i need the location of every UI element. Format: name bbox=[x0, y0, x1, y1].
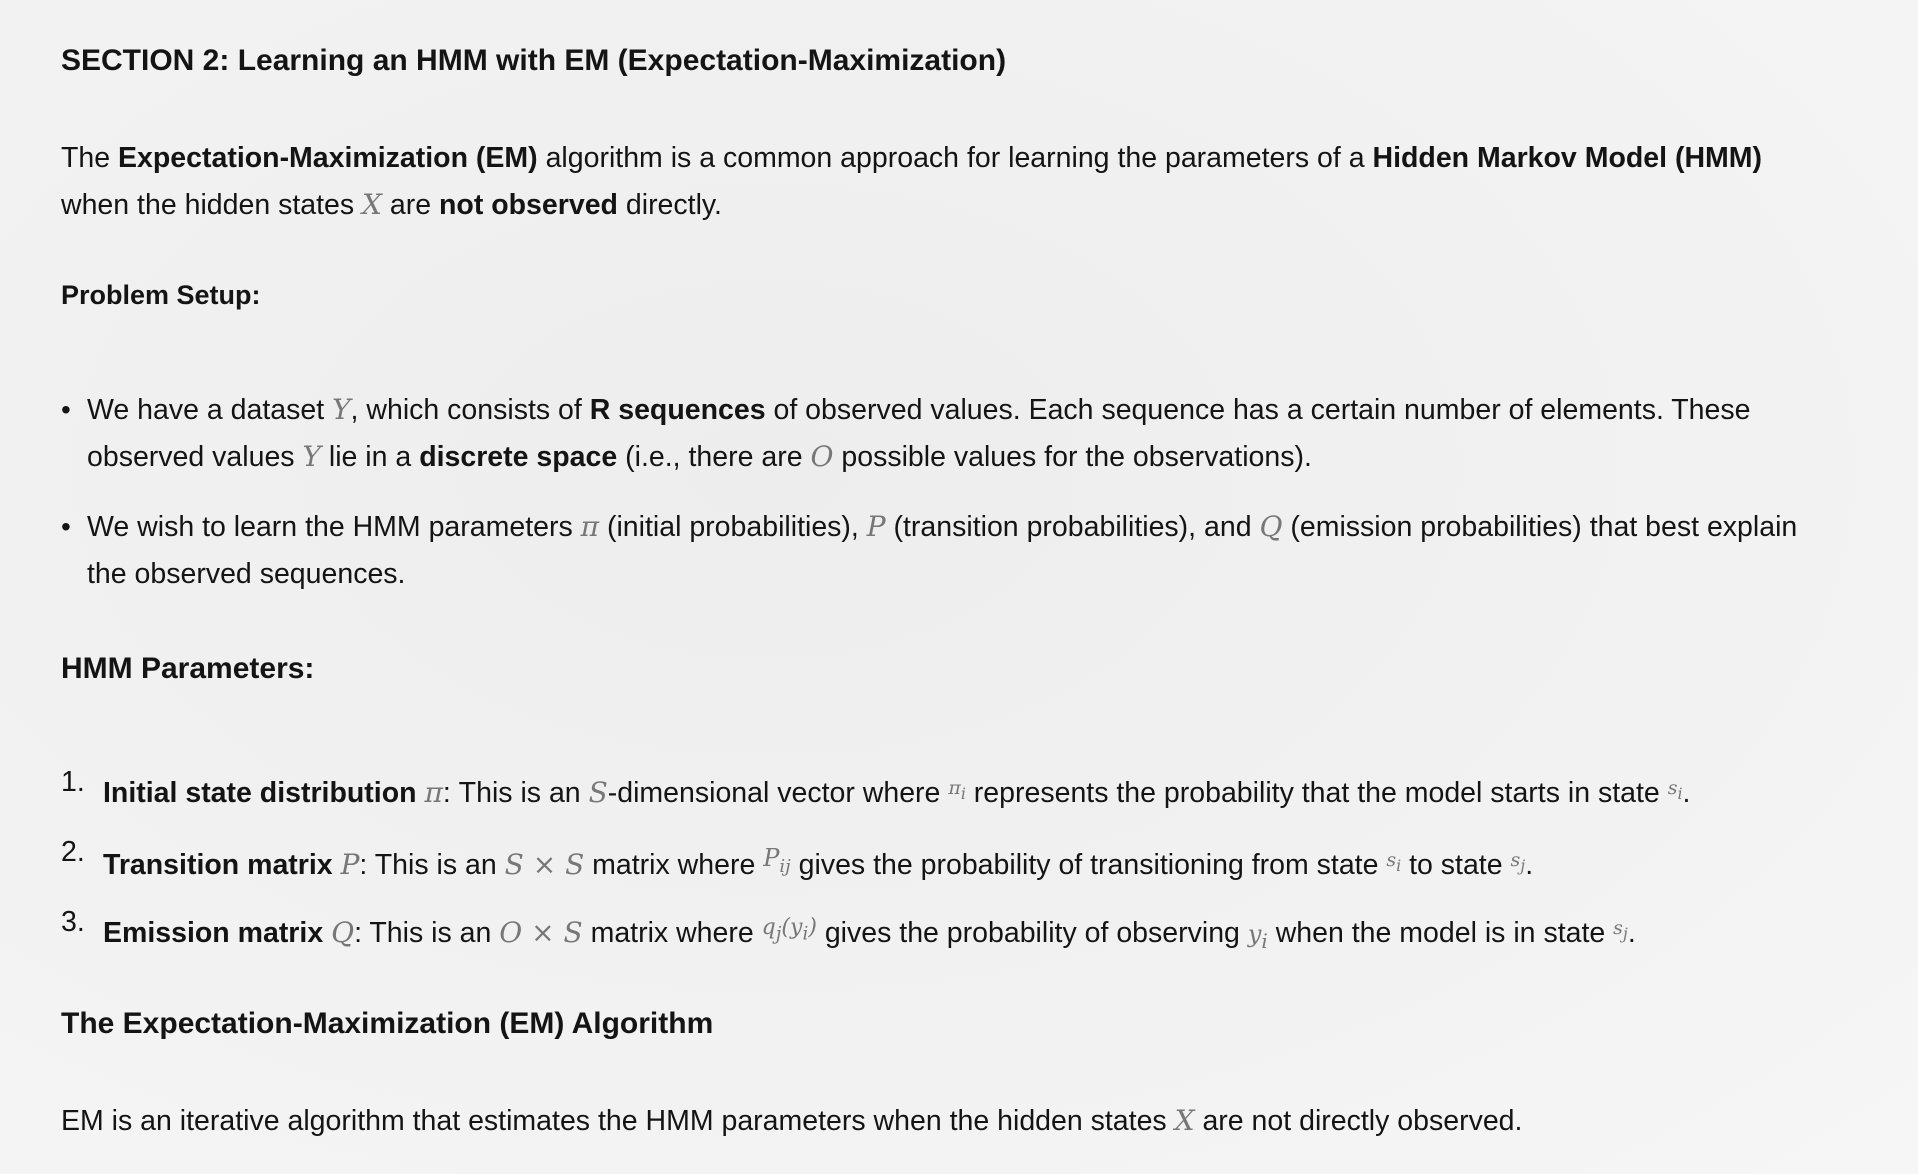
math-p-ij: Pij bbox=[763, 844, 791, 877]
bold-discrete-space: discrete space bbox=[419, 441, 618, 473]
text: (emission probabilities) that best expla… bbox=[1282, 511, 1798, 543]
math-s: S bbox=[588, 776, 608, 809]
bold-label: Transition matrix bbox=[103, 849, 333, 881]
intro-line-1: The Expectation-Maximization (EM) algori… bbox=[61, 135, 1762, 181]
math-y: Y bbox=[302, 440, 321, 473]
math-sub: ij bbox=[779, 855, 791, 877]
math-sym: s bbox=[1510, 849, 1521, 871]
text: to state bbox=[1401, 849, 1511, 881]
text: : This is an bbox=[354, 917, 500, 949]
text: matrix where bbox=[584, 849, 764, 881]
intro-text: algorithm is a common approach for learn… bbox=[537, 142, 1373, 174]
math-sym: s bbox=[1386, 849, 1397, 871]
math-x: X bbox=[1174, 1104, 1195, 1137]
text: , which consists of bbox=[350, 394, 590, 426]
math-s-i: si bbox=[1386, 849, 1401, 875]
math-sym: π bbox=[948, 777, 961, 799]
math-sym: (y bbox=[781, 915, 803, 940]
math-pi-i: πi bbox=[948, 777, 966, 803]
intro-text: The bbox=[61, 142, 119, 174]
bold-r-sequences: R sequences bbox=[589, 394, 766, 426]
intro-line-2: when the hidden states X are not observe… bbox=[61, 182, 722, 228]
math-sym: P bbox=[763, 844, 780, 872]
math-s-i: si bbox=[1667, 777, 1683, 803]
text: (i.e., there are bbox=[617, 441, 811, 473]
text: lie in a bbox=[320, 441, 420, 473]
setup-item-2-line-2: the observed sequences. bbox=[87, 558, 406, 590]
text: . bbox=[1682, 777, 1691, 809]
math-pi: π bbox=[580, 510, 600, 543]
bullet-marker: • bbox=[61, 511, 71, 542]
math-p: P bbox=[340, 848, 360, 881]
intro-text: when the hidden states bbox=[61, 189, 363, 221]
intro-bold-not-observed: not observed bbox=[439, 189, 618, 221]
setup-item-1-line-1: We have a dataset Y, which consists of R… bbox=[87, 387, 1750, 433]
param-item-emission: Emission matrix Q: This is an O × S matr… bbox=[103, 905, 1636, 964]
list-number: 1. bbox=[61, 766, 85, 798]
math-s-j: sj bbox=[1510, 849, 1526, 875]
math-y: Y bbox=[332, 393, 351, 426]
list-number: 3. bbox=[61, 906, 85, 938]
bold-label: Emission matrix bbox=[103, 917, 324, 949]
math-y-i: yi bbox=[1247, 920, 1268, 953]
text: : This is an bbox=[359, 849, 505, 881]
text: represents the probability that the mode… bbox=[965, 777, 1668, 809]
bullet-marker: • bbox=[61, 394, 71, 425]
math-s-times-s: S × S bbox=[504, 848, 585, 881]
hmm-parameters-heading: HMM Parameters: bbox=[61, 652, 315, 685]
problem-setup-heading: Problem Setup: bbox=[61, 280, 261, 310]
math-p: P bbox=[866, 510, 886, 543]
text: . bbox=[1627, 917, 1636, 949]
text: We wish to learn the HMM parameters bbox=[87, 511, 581, 543]
setup-item-1-line-2: observed values Y lie in a discrete spac… bbox=[87, 434, 1312, 480]
intro-bold-hmm: Hidden Markov Model (HMM) bbox=[1372, 142, 1763, 174]
setup-item-2-line-1: We wish to learn the HMM parameters π (i… bbox=[87, 504, 1797, 550]
param-item-transition: Transition matrix P: This is an S × S ma… bbox=[103, 835, 1533, 890]
math-o-times-s: O × S bbox=[499, 916, 583, 949]
text: possible values for the observations). bbox=[833, 441, 1312, 473]
text: EM is an iterative algorithm that estima… bbox=[61, 1105, 1175, 1137]
em-heading: The Expectation-Maximization (EM) Algori… bbox=[61, 1007, 714, 1040]
math-sym: q bbox=[761, 915, 776, 940]
math-sym: y bbox=[1247, 920, 1262, 948]
math-q: Q bbox=[331, 916, 355, 949]
text: . bbox=[1525, 849, 1534, 881]
bold-label: Initial state distribution bbox=[103, 777, 417, 809]
math-sym: ) bbox=[808, 915, 817, 940]
math-s-j: sj bbox=[1613, 917, 1628, 943]
list-number: 2. bbox=[61, 836, 85, 868]
math-sym: s bbox=[1667, 777, 1678, 799]
text: (initial probabilities), bbox=[599, 511, 867, 543]
math-q-j-y-i: qj(yi) bbox=[761, 915, 817, 944]
text: are not directly observed. bbox=[1194, 1105, 1523, 1137]
text: : This is an bbox=[442, 777, 589, 809]
text: gives the probability of transitioning f… bbox=[790, 849, 1387, 881]
text: gives the probability of observing bbox=[816, 917, 1248, 949]
section-title: SECTION 2: Learning an HMM with EM (Expe… bbox=[61, 44, 1007, 77]
em-text: EM is an iterative algorithm that estima… bbox=[61, 1098, 1522, 1144]
text: -dimensional vector where bbox=[607, 777, 949, 809]
param-item-initial: Initial state distribution π: This is an… bbox=[103, 765, 1690, 817]
text: (transition probabilities), and bbox=[885, 511, 1260, 543]
math-x: X bbox=[362, 188, 382, 221]
text: when the model is in state bbox=[1267, 917, 1614, 949]
math-q: Q bbox=[1259, 510, 1283, 543]
math-o: O bbox=[810, 440, 834, 473]
text: of observed values. Each sequence has a … bbox=[765, 394, 1751, 426]
text: matrix where bbox=[582, 917, 762, 949]
math-pi: π bbox=[424, 776, 443, 809]
intro-text: directly. bbox=[617, 189, 722, 221]
math-sym: s bbox=[1613, 917, 1623, 939]
text: observed values bbox=[87, 441, 303, 473]
intro-text: are bbox=[381, 189, 440, 221]
intro-bold-em: Expectation-Maximization (EM) bbox=[118, 142, 538, 174]
text: We have a dataset bbox=[87, 394, 333, 426]
